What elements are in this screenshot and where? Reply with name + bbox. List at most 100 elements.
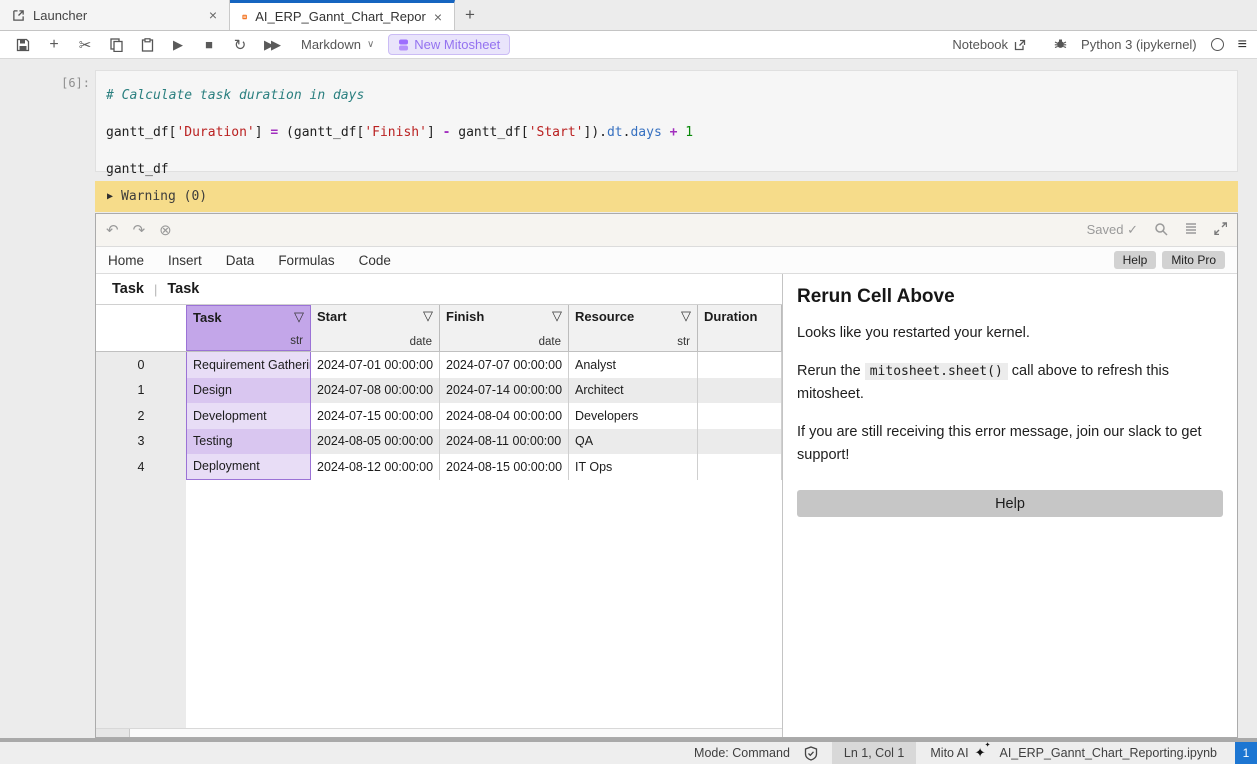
cell-resource[interactable]: Developers	[569, 403, 698, 429]
kernel-name[interactable]: Python 3 (ipykernel)	[1081, 37, 1197, 52]
restart-run-all-icon[interactable]: ▶▶	[258, 37, 284, 53]
new-mitosheet-button[interactable]: New Mitosheet	[388, 34, 511, 55]
column-header-duration[interactable]: Duration	[698, 305, 782, 351]
row-index-cell[interactable]: 2	[96, 403, 186, 429]
grid-body: 0 Requirement Gathering 2024-07-01 00:00:0…	[96, 352, 782, 480]
cell-finish[interactable]: 2024-07-07 00:00:00	[440, 352, 569, 378]
cell-task[interactable]: Deployment	[186, 454, 311, 480]
row-index-cell[interactable]: 0	[96, 352, 186, 378]
cell-task[interactable]: Testing	[186, 428, 311, 454]
execution-prompt: [6]:	[61, 76, 90, 90]
run-icon[interactable]: ▶	[165, 37, 191, 53]
row-index-cell[interactable]: 1	[96, 377, 186, 403]
column-dtype: date	[538, 336, 561, 348]
row-index-cell[interactable]: 4	[96, 454, 186, 480]
menu-item-code[interactable]: Code	[359, 253, 391, 268]
cell-finish[interactable]: 2024-07-14 00:00:00	[440, 377, 569, 403]
filter-icon[interactable]: ▽	[681, 308, 691, 324]
filter-icon[interactable]: ▽	[552, 308, 562, 324]
column-name: Task	[193, 310, 222, 325]
tab-label: Launcher	[33, 7, 88, 23]
menu-item-home[interactable]: Home	[108, 253, 144, 268]
filter-icon[interactable]: ▽	[423, 308, 433, 324]
column-header-resource[interactable]: Resource ▽ str	[569, 305, 698, 351]
cell-type-select[interactable]: Markdown ∨	[301, 37, 374, 52]
mito-pro-button[interactable]: Mito Pro	[1162, 251, 1225, 269]
fullscreen-icon[interactable]	[1214, 222, 1228, 238]
cell-task[interactable]: Requirement Gathering	[186, 352, 311, 378]
cell-resource[interactable]: IT Ops	[569, 454, 698, 480]
column-dtype: date	[409, 336, 432, 348]
close-icon[interactable]: ×	[434, 9, 442, 25]
cut-icon[interactable]: ✂	[72, 36, 98, 54]
help-menu-button[interactable]: Help	[1113, 251, 1157, 269]
notebook-icon	[242, 14, 247, 19]
cell-start[interactable]: 2024-07-08 00:00:00	[311, 377, 440, 403]
shield-check-icon[interactable]	[804, 745, 818, 761]
table-row: 0 Requirement Gathering 2024-07-01 00:00:0…	[96, 352, 782, 378]
cell-start[interactable]: 2024-08-12 00:00:00	[311, 454, 440, 480]
rows-icon[interactable]	[1184, 222, 1198, 238]
scrollbar-thumb[interactable]	[96, 729, 130, 737]
external-link-icon	[1014, 39, 1026, 50]
code-cell[interactable]: # Calculate task duration in days gantt_…	[95, 70, 1238, 177]
new-tab-button[interactable]: +	[455, 0, 485, 30]
table-row: 4 Deployment 2024-08-12 00:00:00 2024-08-15…	[96, 454, 782, 480]
cell-resource[interactable]: Analyst	[569, 352, 698, 378]
search-icon[interactable]	[1154, 222, 1168, 239]
cell-start[interactable]: 2024-07-01 00:00:00	[311, 352, 440, 378]
menu-item-data[interactable]: Data	[226, 253, 255, 268]
cell-duration[interactable]	[698, 454, 782, 480]
crumb-divider: |	[153, 281, 158, 297]
menu-icon[interactable]: ≡	[1238, 36, 1247, 54]
horizontal-scrollbar[interactable]	[96, 728, 782, 737]
cell-resource[interactable]: QA	[569, 428, 698, 454]
undo-icon[interactable]: ↶	[106, 221, 119, 239]
column-header-task[interactable]: Task ▽ str	[186, 305, 311, 351]
close-icon[interactable]: ×	[209, 7, 217, 23]
tab-notebook[interactable]: AI_ERP_Gannt_Chart_Repor ×	[230, 0, 455, 30]
cell-duration[interactable]	[698, 403, 782, 429]
cell-task[interactable]: Development	[186, 403, 311, 429]
mito-ai-status[interactable]: Mito AI ✦	[930, 741, 990, 761]
paste-icon[interactable]	[134, 37, 160, 53]
cell-finish[interactable]: 2024-08-15 00:00:00	[440, 454, 569, 480]
launcher-icon	[13, 9, 24, 21]
menu-item-insert[interactable]: Insert	[168, 253, 202, 268]
tab-bar: Launcher × AI_ERP_Gannt_Chart_Repor × +	[0, 0, 1257, 31]
cell-task[interactable]: Design	[186, 377, 311, 403]
copy-icon[interactable]	[103, 37, 129, 53]
cell-resource[interactable]: Architect	[569, 377, 698, 403]
notebook-link[interactable]: Notebook	[952, 37, 1026, 52]
redo-icon[interactable]: ↷	[133, 221, 146, 239]
stop-icon[interactable]: ■	[196, 37, 222, 52]
cell-duration[interactable]	[698, 377, 782, 403]
cell-finish[interactable]: 2024-08-11 00:00:00	[440, 428, 569, 454]
notebook-toolbar: + ✂ ▶ ■ ↻ ▶▶ Markdown ∨ New Mitosheet No…	[0, 31, 1257, 59]
add-cell-icon[interactable]: +	[41, 36, 67, 54]
grid-header-row: Task ▽ str Start ▽ date Finish ▽ date Resource ▽ st…	[96, 304, 782, 352]
tab-launcher[interactable]: Launcher ×	[0, 0, 230, 30]
cell-duration[interactable]	[698, 352, 782, 378]
cell-finish[interactable]: 2024-08-04 00:00:00	[440, 403, 569, 429]
saved-status: Saved ✓	[1086, 222, 1138, 237]
menu-item-formulas[interactable]: Formulas	[278, 253, 334, 268]
code-comment: # Calculate task duration in days	[106, 88, 365, 103]
clear-icon[interactable]: ⊗	[159, 221, 172, 239]
cell-start[interactable]: 2024-08-05 00:00:00	[311, 428, 440, 454]
chevron-down-icon: ∨	[366, 39, 375, 50]
cell-duration[interactable]	[698, 428, 782, 454]
column-header-finish[interactable]: Finish ▽ date	[440, 305, 569, 351]
column-header-start[interactable]: Start ▽ date	[311, 305, 440, 351]
debugger-icon[interactable]	[1054, 37, 1067, 53]
cell-start[interactable]: 2024-07-15 00:00:00	[311, 403, 440, 429]
column-name: Finish	[446, 309, 485, 324]
notification-badge[interactable]: 1	[1235, 742, 1257, 764]
cursor-position[interactable]: Ln 1, Col 1	[831, 742, 917, 764]
help-button[interactable]: Help	[797, 490, 1223, 518]
restart-kernel-icon[interactable]: ↻	[227, 36, 253, 54]
filter-icon[interactable]: ▽	[294, 309, 304, 325]
warning-bar[interactable]: ▶ Warning (0)	[95, 181, 1238, 212]
save-icon[interactable]	[10, 37, 36, 53]
row-index-cell[interactable]: 3	[96, 428, 186, 454]
